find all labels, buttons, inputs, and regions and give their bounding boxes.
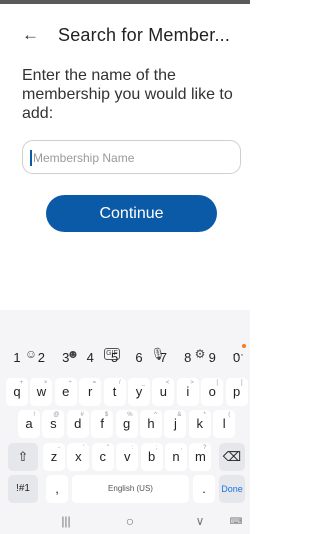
on-screen-keyboard: ☺ ☻ GIF 🎙 ⚙ ··· 1234567890 q + w × e ÷ r = t / y _ u… <box>0 310 250 534</box>
number-key[interactable]: 4 <box>79 344 101 372</box>
letter-key[interactable]: j & <box>164 410 187 438</box>
letter-key[interactable]: o[ <box>201 378 224 406</box>
system-navbar: ||| ○ ∨ ⌨ <box>0 508 250 534</box>
key-hint: ' <box>83 445 85 451</box>
key-hint: $ <box>104 412 109 418</box>
key-hint: ] <box>240 380 243 386</box>
key-hint: : <box>131 445 134 451</box>
letter-key[interactable]: a! <box>18 410 40 438</box>
letter-key[interactable]: u < <box>152 378 175 406</box>
letter-key[interactable]: g% <box>115 410 138 438</box>
key-hint: _ <box>141 380 145 386</box>
letter-key[interactable]: f $ <box>91 410 114 438</box>
key-hint: - <box>58 445 60 451</box>
letter-key[interactable]: d # <box>66 410 89 438</box>
membership-name-input[interactable]: Membership Name <box>22 140 241 174</box>
letter-key[interactable]: i > <box>176 378 199 406</box>
letter-key[interactable]: l( <box>213 410 236 438</box>
key-hint: % <box>127 412 133 418</box>
number-key[interactable]: 1 <box>6 344 28 372</box>
letter-key[interactable]: c " <box>91 443 114 471</box>
key-hint: < <box>165 380 170 386</box>
number-key[interactable]: 7 <box>152 344 174 372</box>
text-cursor <box>30 150 32 166</box>
key-hint: @ <box>53 412 60 418</box>
key-hint: ! <box>33 412 35 418</box>
back-nav-icon[interactable]: ∨ <box>190 512 210 530</box>
letter-key[interactable]: y _ <box>128 378 150 406</box>
letter-key[interactable]: w × <box>30 378 53 406</box>
status-bar-divider <box>0 0 250 4</box>
key-hint: / <box>118 380 121 386</box>
number-key[interactable]: 2 <box>30 344 52 372</box>
letter-key[interactable]: s @ <box>42 410 65 438</box>
key-hint: * <box>203 412 206 418</box>
letter-key[interactable]: n, <box>165 443 187 471</box>
key-hint: , <box>180 445 182 451</box>
comma-key[interactable]: , <box>46 475 68 503</box>
key-hint: & <box>177 412 182 418</box>
continue-button[interactable]: Continue <box>46 195 217 232</box>
letter-key[interactable]: v: <box>116 443 139 471</box>
home-icon[interactable]: ○ <box>120 512 140 530</box>
letter-key[interactable]: p] <box>225 378 248 406</box>
letter-key[interactable]: h ^ <box>140 410 162 438</box>
letter-key[interactable]: m? <box>189 443 212 471</box>
number-key[interactable]: 3 <box>55 344 77 372</box>
key-hint: = <box>92 380 97 386</box>
letter-key[interactable]: z- <box>43 443 65 471</box>
period-key[interactable]: . <box>193 475 215 503</box>
done-key[interactable]: Done <box>219 475 245 503</box>
key-hint: ; <box>155 445 158 451</box>
key-hint: ( <box>228 412 231 418</box>
key-hint: [ <box>216 380 219 386</box>
key-hint: ÷ <box>68 380 72 386</box>
letter-key[interactable]: x ' <box>67 443 90 471</box>
letter-key[interactable]: t / <box>103 378 126 406</box>
app-header: ← Search for Member... <box>0 22 250 48</box>
key-hint: ^ <box>154 412 157 418</box>
shift-key[interactable]: ⇧ <box>8 443 38 471</box>
number-key[interactable]: 9 <box>201 344 223 372</box>
letter-key[interactable]: b; <box>140 443 163 471</box>
letter-key[interactable]: q + <box>6 378 28 406</box>
letter-key[interactable]: e ÷ <box>54 378 77 406</box>
number-key[interactable]: 8 <box>177 344 199 372</box>
number-key[interactable]: 5 <box>104 344 126 372</box>
key-hint: + <box>19 380 23 386</box>
number-key[interactable]: 6 <box>128 344 150 372</box>
recents-icon[interactable]: ||| <box>56 512 76 530</box>
key-hint: > <box>190 380 194 386</box>
page-title: Search for Member... <box>58 25 231 45</box>
symbols-key[interactable]: !#1 <box>8 475 38 503</box>
letter-key[interactable]: r = <box>79 378 102 406</box>
keyboard-icon[interactable]: ⌨ <box>228 512 244 530</box>
arrow-left-icon[interactable]: ← <box>22 22 44 48</box>
space-key[interactable]: English (US) <box>72 475 189 503</box>
number-key[interactable]: 0 <box>226 344 248 372</box>
instruction-text: Enter the name of the membership you wou… <box>22 67 233 122</box>
backspace-key[interactable]: ⌫ <box>219 443 245 471</box>
key-hint: ? <box>203 445 207 451</box>
key-hint: " <box>106 445 109 451</box>
letter-key[interactable]: k * <box>188 410 211 438</box>
membership-name-placeholder: Membership Name <box>33 151 135 165</box>
key-hint: × <box>43 380 48 386</box>
key-hint: # <box>80 412 84 418</box>
